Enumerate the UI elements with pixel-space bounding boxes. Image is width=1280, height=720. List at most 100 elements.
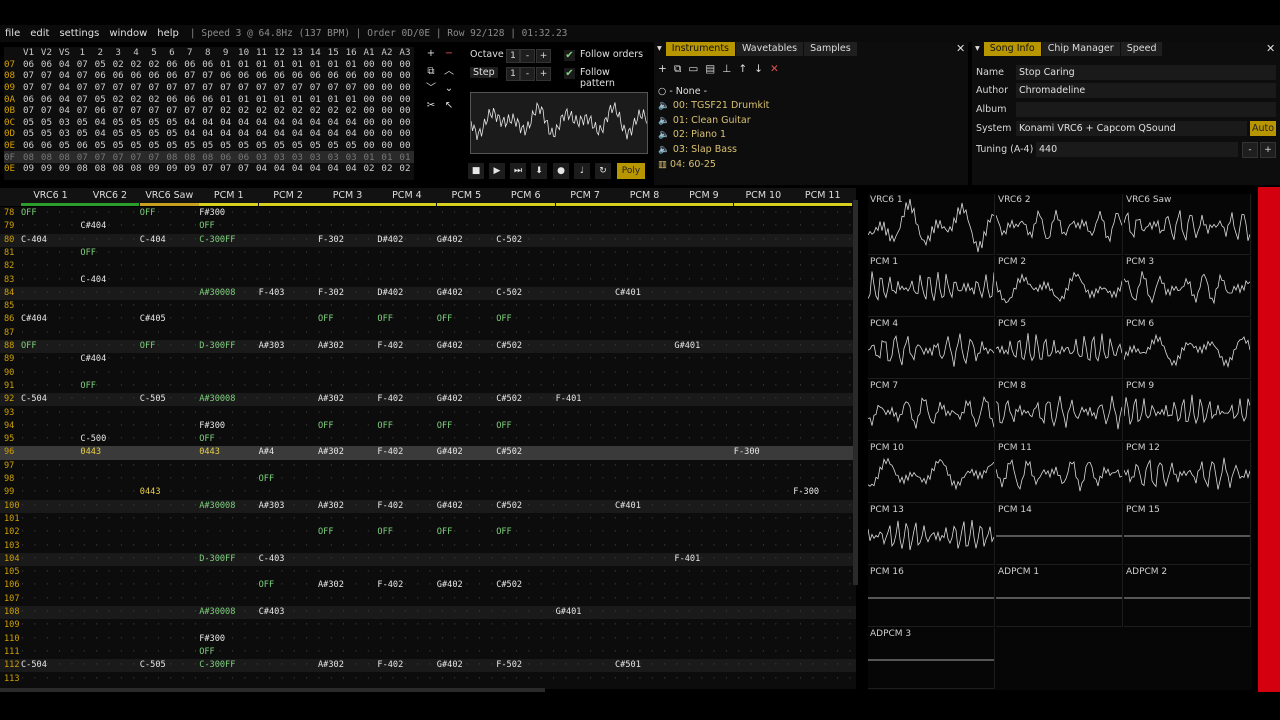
arrow-up-icon[interactable]: ↑ [738,63,747,79]
note-cell[interactable]: C#502 [496,579,522,592]
order-cell[interactable]: 00 [378,105,396,117]
note-cell[interactable]: 0443 [80,446,101,459]
note-cell[interactable]: OFF [80,247,96,260]
order-row[interactable]: 07 06 06 04 07 05 02 02 02 06 06 06 01 01 01 01 01 01 01 01… [4,59,414,71]
order-cell[interactable]: 07 [199,105,217,117]
order-cell[interactable]: 06 [20,93,38,105]
order-cell[interactable]: 01 [253,93,271,105]
chevron-down-icon[interactable]: ▾ [972,42,983,56]
order-cell[interactable]: 07 [109,82,127,94]
order-cell[interactable]: 07 [145,105,163,117]
pattern-row[interactable]: 78 · · · · · · · · · · · · · · · · · · · … [0,207,856,220]
order-cell[interactable]: 06 [216,151,235,163]
tuning-decrease-button[interactable]: - [1242,142,1258,158]
menu-edit[interactable]: edit [25,28,54,39]
order-cell[interactable]: 00 [360,82,378,94]
note-cell[interactable]: OFF [496,420,512,433]
order-cell[interactable]: 09 [163,163,181,175]
order-cell[interactable]: 04 [91,117,109,129]
order-cell[interactable]: 04 [235,128,253,140]
pattern-row[interactable]: 80 · · · · · · · · · · · · · · · · · · · … [0,233,856,247]
channel-scope[interactable]: PCM 12 [1124,442,1251,503]
order-cell[interactable]: 04 [270,128,288,140]
note-cell[interactable]: C#502 [496,446,522,459]
order-cell[interactable]: 02 [217,105,235,117]
note-cell[interactable]: 0443 [140,486,161,499]
order-cell[interactable]: 07 [270,82,288,94]
order-cell[interactable]: 09 [145,163,163,175]
octave-decrease-button[interactable]: - [520,49,535,63]
order-cell[interactable]: 04 [306,128,324,140]
order-cell[interactable]: 06 [181,93,199,105]
order-cell[interactable]: 01 [253,59,271,71]
order-cell[interactable]: 04 [342,117,360,129]
note-cell[interactable]: A#302 [318,446,344,459]
cursor-icon[interactable]: ↖ [442,99,456,112]
pattern-row[interactable]: 98 · · · · · · · · · · · · · · · · · · · … [0,473,856,486]
order-cell[interactable]: 06 [163,70,181,82]
order-cell[interactable]: 01 [378,151,396,163]
order-cell[interactable]: 01 [342,59,360,71]
horizontal-scrollbar[interactable] [0,688,545,692]
order-cell[interactable]: 02 [270,105,288,117]
order-cell[interactable]: 06 [109,70,127,82]
order-cell[interactable]: 08 [37,151,56,163]
instrument-04[interactable]: ▥ 04: 60-25 [658,158,716,172]
note-cell[interactable]: OFF [437,313,453,326]
channel-scope[interactable]: ADPCM 2 [1124,566,1251,627]
note-cell[interactable]: F-402 [377,659,403,672]
note-cell[interactable]: OFF [259,579,275,592]
main-oscilloscope[interactable] [470,92,648,154]
note-cell[interactable]: C-404 [140,234,166,247]
order-cell[interactable]: 02 [109,93,127,105]
note-cell[interactable]: C#502 [496,500,522,513]
name-field[interactable]: Stop Caring [1016,65,1276,80]
metronome-icon[interactable]: ♩ [574,163,590,179]
order-cell[interactable]: 00 [360,70,378,82]
channel-scope[interactable]: PCM 2 [996,256,1123,317]
order-cell[interactable]: 06 [20,59,38,71]
note-cell[interactable]: G#401 [674,340,700,353]
order-cell[interactable]: 05 [163,140,181,152]
pattern-row[interactable]: 106 · · · · · · · · · · · · · · · · · · ·… [0,579,856,592]
note-cell[interactable]: OFF [377,313,393,326]
note-cell[interactable]: C-502 [496,234,522,247]
channel-scope[interactable]: PCM 3 [1124,256,1251,317]
order-cell[interactable]: 09 [55,163,73,175]
order-cell[interactable]: 05 [235,140,253,152]
order-cell[interactable]: 05 [145,117,163,129]
order-cell[interactable]: 05 [145,128,163,140]
order-cell[interactable]: 06 [91,105,109,117]
order-cell[interactable]: 08 [162,151,181,163]
menu-window[interactable]: window [104,28,152,39]
channel-scope[interactable]: PCM 10 [868,442,995,503]
order-cell[interactable]: 05 [163,128,181,140]
order-cell[interactable]: 00 [378,117,396,129]
channel-scope[interactable]: PCM 6 [1124,318,1251,379]
note-cell[interactable]: C#404 [21,313,47,326]
note-cell[interactable]: F-402 [377,340,403,353]
note-cell[interactable]: G#402 [437,579,463,592]
order-cell[interactable]: 06 [199,93,217,105]
order-cell[interactable]: 01 [306,93,324,105]
note-cell[interactable]: C#502 [496,340,522,353]
order-cell[interactable]: 03 [342,151,361,163]
album-field[interactable] [1016,102,1276,117]
pattern-row[interactable]: 84 · · · · · · · · · · · · · · · · · · · … [0,286,856,301]
note-cell[interactable]: F-402 [377,500,403,513]
channel-scope[interactable]: PCM 4 [868,318,995,379]
arrow-down-icon[interactable]: ↓ [754,63,763,79]
note-cell[interactable]: G#402 [437,659,463,672]
order-cell[interactable]: 05 [91,93,109,105]
order-cell[interactable]: 05 [73,117,91,129]
instrument-03[interactable]: 🔈 03: Slap Bass [658,143,737,157]
order-cell[interactable]: 02 [127,93,145,105]
order-cell[interactable]: 05 [306,140,324,152]
order-cell[interactable]: 04 [342,163,360,175]
order-cell[interactable]: 07 [20,82,38,94]
channel-scope[interactable]: VRC6 1 [868,194,995,255]
order-row[interactable]: 09 07 07 04 07 07 07 07 07 07 07 07 07 07 07 07 07 07 07 07… [4,82,414,94]
note-cell[interactable]: G#402 [437,287,463,300]
close-icon[interactable]: ✕ [956,42,965,55]
order-cell[interactable]: 05 [20,128,38,140]
